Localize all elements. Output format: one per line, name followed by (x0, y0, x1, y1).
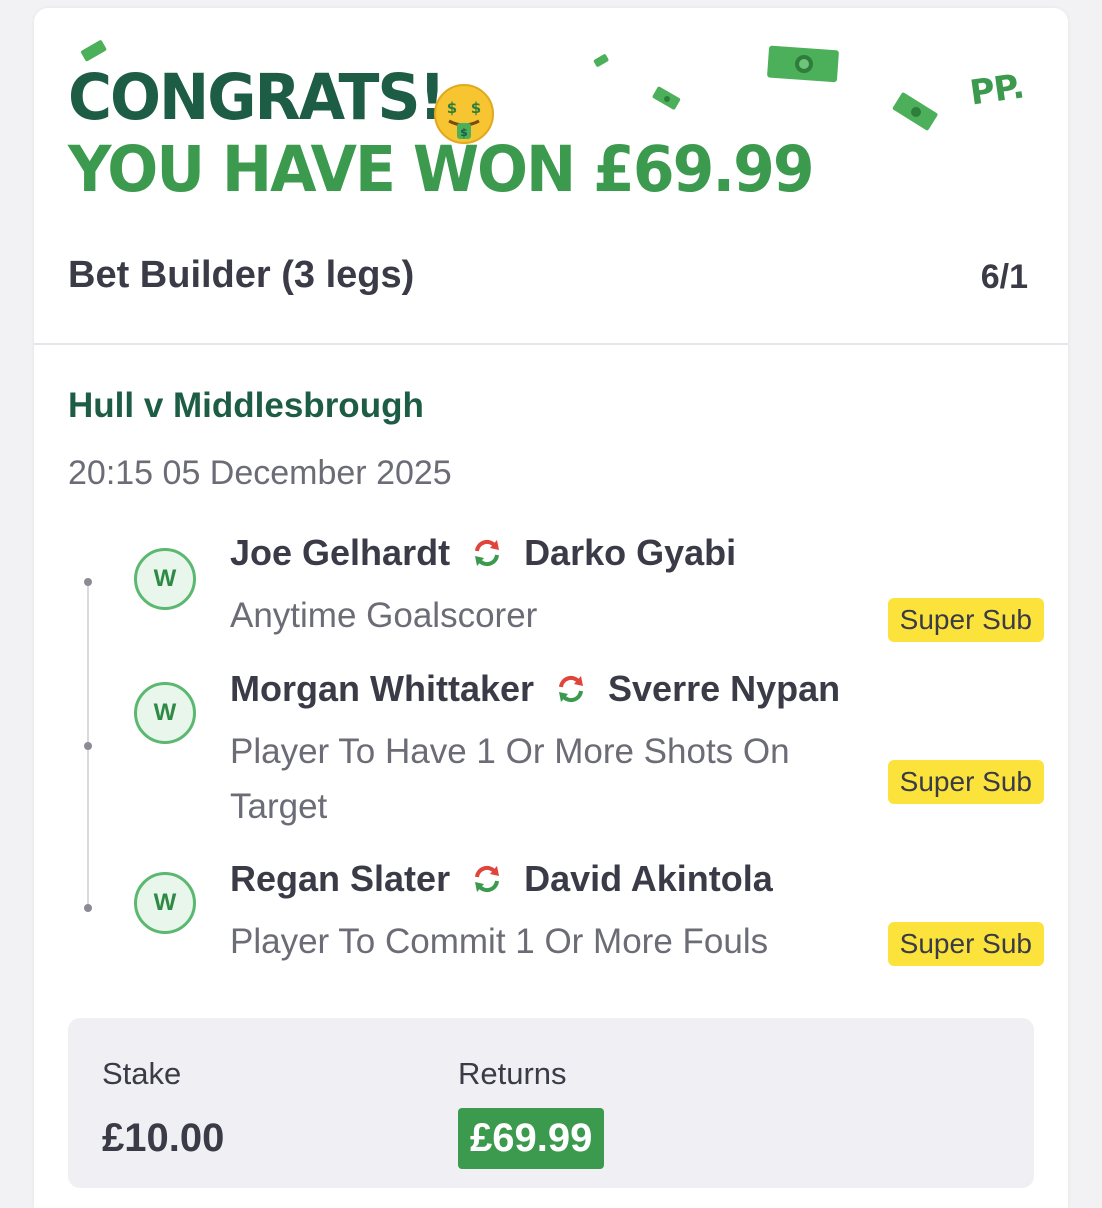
win-result-badge: W (134, 872, 196, 934)
returns-value: £69.99 (458, 1108, 605, 1169)
stake-returns-panel: Stake £10.00 Returns £69.99 (68, 1018, 1034, 1188)
banknote-icon (80, 40, 107, 62)
player-in: Darko Gyabi (524, 532, 737, 573)
timeline-dot (84, 578, 92, 586)
stake-value: £10.00 (102, 1116, 225, 1160)
timeline-dot (84, 904, 92, 912)
market-name: Player To Commit 1 Or More Fouls (230, 922, 769, 961)
event-datetime: 20:15 05 December 2025 (68, 454, 452, 492)
timeline-dot (84, 742, 92, 750)
substitution-players: Joe Gelhardt Darko Gyabi (230, 532, 736, 574)
win-result-badge: W (134, 682, 196, 744)
super-sub-badge: Super Sub (887, 598, 1044, 642)
banknote-icon (593, 54, 609, 67)
stake-label: Stake (102, 1056, 182, 1091)
won-heading: YOU HAVE WON £69.99 (68, 133, 815, 207)
banknote-icon (892, 92, 938, 131)
bet-header: CONGRATS! $ $ $ YOU HAVE WON £69.99 PP. … (34, 8, 1068, 345)
player-in: David Akintola (524, 858, 773, 899)
svg-text:$: $ (471, 99, 481, 117)
win-result-badge: W (134, 548, 196, 610)
market-name: Player To Have 1 Or More Shots On Target (230, 732, 790, 826)
swap-icon (475, 865, 500, 893)
player-out: Regan Slater (230, 858, 451, 899)
player-out: Morgan Whittaker (230, 668, 535, 709)
swap-icon (475, 539, 500, 567)
market-name: Anytime Goalscorer (230, 596, 538, 635)
congrats-heading: CONGRATS! (68, 61, 446, 135)
svg-text:$: $ (447, 99, 457, 117)
bet-type-title: Bet Builder (3 legs) (68, 254, 415, 296)
player-in: Sverre Nypan (608, 668, 841, 709)
bet-odds: 6/1 (980, 258, 1028, 296)
swap-icon (559, 675, 584, 703)
substitution-players: Morgan Whittaker Sverre Nypan (230, 668, 840, 710)
event-name[interactable]: Hull v Middlesbrough (68, 386, 424, 426)
banknote-icon (652, 86, 681, 110)
bet-card: CONGRATS! $ $ $ YOU HAVE WON £69.99 PP. … (34, 8, 1068, 1208)
substitution-players: Regan Slater David Akintola (230, 858, 773, 900)
player-out: Joe Gelhardt (230, 532, 451, 573)
super-sub-badge: Super Sub (887, 922, 1044, 966)
banknote-icon (767, 45, 839, 83)
super-sub-badge: Super Sub (887, 760, 1044, 804)
brand-logo: PP. (967, 66, 1027, 114)
returns-label: Returns (458, 1056, 567, 1091)
